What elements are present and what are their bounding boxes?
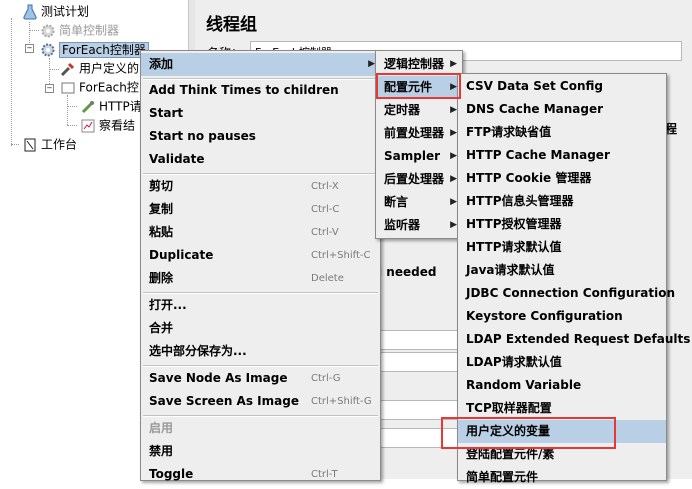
menu-item-http-request-defaults[interactable]: HTTP请求默认值 bbox=[458, 236, 666, 259]
menu-item-assertion[interactable]: 断言 ▶ bbox=[376, 191, 462, 214]
menu-item-java-request-defaults[interactable]: Java请求默认值 bbox=[458, 259, 666, 282]
menu-item-sampler[interactable]: Sampler ▶ bbox=[376, 145, 462, 168]
tree-line bbox=[49, 69, 59, 70]
add-submenu: 逻辑控制器 ▶ 配置元件 ▶ 定时器 ▶ 前置处理器 ▶ Sampler ▶ 后置处理器 ▶… bbox=[375, 50, 463, 239]
menu-item-logic-controller[interactable]: 逻辑控制器 ▶ bbox=[376, 53, 462, 76]
tree-label: 察看结 bbox=[99, 118, 136, 133]
tree-node-http-request[interactable]: HTTP请 bbox=[80, 97, 142, 115]
menu-item-http-cookie-manager[interactable]: HTTP Cookie 管理器 bbox=[458, 167, 666, 190]
tree-label: 简单控制器 bbox=[59, 23, 120, 38]
menu-item-user-defined-variables[interactable]: 用户定义的变量 bbox=[458, 420, 666, 443]
menu-item-tcp-sampler-config[interactable]: TCP取样器配置 bbox=[458, 397, 666, 420]
tree-node-foreach-controller[interactable]: ForEach控制器 bbox=[40, 40, 149, 58]
menu-item-enable: 启用 bbox=[149, 421, 174, 435]
config-element-submenu: CSV Data Set Config DNS Cache Manager FT… bbox=[457, 73, 690, 484]
menu-item-add-think-times[interactable]: Add Think Times to children bbox=[141, 79, 380, 102]
menu-item-config-element[interactable]: 配置元件 ▶ bbox=[376, 76, 462, 99]
menu-item-delete[interactable]: 删除 Delete bbox=[141, 267, 380, 290]
tree-line bbox=[67, 125, 77, 126]
menu-item-paste[interactable]: 粘贴 Ctrl-V bbox=[141, 221, 380, 244]
menu-item-keystore-config[interactable]: Keystore Configuration bbox=[458, 305, 666, 328]
chevron-right-icon: ▶ bbox=[368, 59, 375, 69]
menu-item-timer[interactable]: 定时器 ▶ bbox=[376, 99, 462, 122]
tree-line bbox=[29, 30, 39, 31]
gear-icon bbox=[40, 23, 56, 39]
flask-icon bbox=[22, 4, 38, 20]
tree-line bbox=[67, 95, 68, 125]
tree-line bbox=[67, 106, 77, 107]
tree-label: HTTP请 bbox=[99, 99, 142, 114]
gear-icon bbox=[60, 80, 76, 96]
collapse-toggle-icon[interactable]: − bbox=[45, 84, 54, 93]
menu-item-merge[interactable]: 合并 bbox=[141, 317, 380, 340]
menu-item-ldap-extended-defaults[interactable]: LDAP Extended Request Defaults bbox=[458, 328, 690, 351]
menu-item-save-screen-image[interactable]: Save Screen As Image Ctrl+Shift-G bbox=[141, 390, 380, 413]
tree-node-simple-controller[interactable]: 简单控制器 bbox=[40, 21, 119, 39]
menu-item-listener[interactable]: 监听器 ▶ bbox=[376, 214, 462, 237]
tree-label: 用户定义的 bbox=[79, 61, 140, 76]
chevron-right-icon: ▶ bbox=[450, 151, 457, 161]
menu-item-save-node-image[interactable]: Save Node As Image Ctrl-G bbox=[141, 367, 380, 390]
menu-item-toggle[interactable]: Toggle Ctrl-T bbox=[141, 463, 380, 486]
chevron-right-icon: ▶ bbox=[450, 82, 457, 92]
menu-item-validate[interactable]: Validate bbox=[141, 148, 380, 171]
gear-icon bbox=[40, 42, 56, 58]
menu-item-random-variable[interactable]: Random Variable bbox=[458, 374, 666, 397]
menu-item-http-auth-manager[interactable]: HTTP授权管理器 bbox=[458, 213, 666, 236]
chevron-right-icon: ▶ bbox=[450, 197, 457, 207]
menu-item-start[interactable]: Start bbox=[141, 102, 380, 125]
chart-icon bbox=[80, 118, 96, 134]
menu-item-cut[interactable]: 剪切 Ctrl-X bbox=[141, 175, 380, 198]
menu-item-ldap-request-defaults[interactable]: LDAP请求默认值 bbox=[458, 351, 666, 374]
menu-item-ftp-defaults[interactable]: FTP请求缺省值 bbox=[458, 121, 666, 144]
chevron-right-icon: ▶ bbox=[450, 59, 457, 69]
workbench-icon bbox=[22, 137, 38, 153]
chevron-right-icon: ▶ bbox=[450, 174, 457, 184]
menu-item-save-selection[interactable]: 选中部分保存为... bbox=[141, 340, 380, 363]
tree-label: ForEach控制器 bbox=[59, 41, 149, 58]
page-title: 线程组 bbox=[206, 15, 257, 35]
menu-item-dns-cache-manager[interactable]: DNS Cache Manager bbox=[458, 98, 666, 121]
menu-item-jdbc-connection-config[interactable]: JDBC Connection Configuration bbox=[458, 282, 675, 305]
tree-label: 测试计划 bbox=[41, 4, 90, 19]
menu-item-csv-data-set[interactable]: CSV Data Set Config bbox=[458, 75, 666, 98]
chevron-right-icon: ▶ bbox=[450, 220, 457, 230]
tree-node-foreach-child[interactable]: ForEach控 bbox=[60, 78, 139, 96]
menu-item-login-config[interactable]: 登陆配置元件/素 bbox=[458, 443, 666, 466]
tree-label: ForEach控 bbox=[79, 80, 139, 95]
menu-item-open[interactable]: 打开... bbox=[141, 294, 380, 317]
chevron-right-icon: ▶ bbox=[450, 105, 457, 115]
menu-item-http-header-manager[interactable]: HTTP信息头管理器 bbox=[458, 190, 666, 213]
menu-item-pre-processor[interactable]: 前置处理器 ▶ bbox=[376, 122, 462, 145]
menu-item-start-no-pauses[interactable]: Start no pauses bbox=[141, 125, 380, 148]
tree-line bbox=[11, 18, 12, 146]
tree-node-workbench[interactable]: 工作台 bbox=[22, 135, 77, 153]
collapse-toggle-icon[interactable]: − bbox=[25, 44, 34, 53]
menu-item-add[interactable]: 添加 ▶ bbox=[141, 53, 380, 76]
partial-text: l needed bbox=[378, 265, 437, 279]
pipette-icon bbox=[80, 99, 96, 115]
tree-line bbox=[11, 144, 19, 145]
tree-node-user-defined[interactable]: 用户定义的 bbox=[60, 59, 139, 77]
menu-item-copy[interactable]: 复制 Ctrl-C bbox=[141, 198, 380, 221]
context-menu: 添加 ▶ Add Think Times to children Start St… bbox=[140, 50, 381, 481]
menu-item-duplicate[interactable]: Duplicate Ctrl+Shift-C bbox=[141, 244, 380, 267]
tree-node-view-results[interactable]: 察看结 bbox=[80, 116, 135, 134]
chevron-right-icon: ▶ bbox=[450, 128, 457, 138]
menu-item-http-cache-manager[interactable]: HTTP Cache Manager bbox=[458, 144, 666, 167]
tree-label: 工作台 bbox=[41, 137, 78, 152]
menu-item-simple-config[interactable]: 简单配置元件 bbox=[458, 466, 666, 489]
menu-item-disable[interactable]: 禁用 bbox=[141, 440, 380, 463]
tree-node-test-plan[interactable]: 测试计划 bbox=[22, 2, 89, 20]
menu-item-post-processor[interactable]: 后置处理器 ▶ bbox=[376, 168, 462, 191]
wrench-icon bbox=[60, 61, 76, 77]
